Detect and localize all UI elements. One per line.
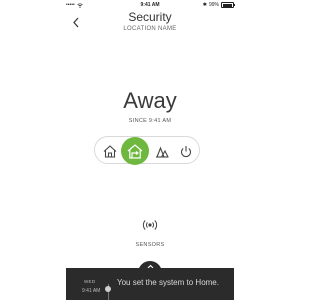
notification-day: WED bbox=[84, 279, 96, 284]
night-icon bbox=[156, 145, 169, 158]
off-mode-button[interactable] bbox=[175, 140, 197, 162]
power-icon bbox=[180, 145, 192, 157]
sensors-button[interactable]: SENSORS bbox=[135, 218, 165, 248]
notification-bar[interactable]: WED 9:41 AM You set the system to Home. bbox=[66, 268, 234, 300]
sensor-wave-icon bbox=[142, 220, 158, 230]
away-mode-button[interactable] bbox=[99, 140, 121, 162]
home-icon bbox=[127, 143, 143, 159]
page-title: Security bbox=[128, 10, 172, 24]
timeline-dot bbox=[105, 286, 111, 292]
status-time: 9:41 AM bbox=[140, 2, 160, 8]
battery-percentage: 99% bbox=[208, 2, 219, 8]
notification-time: 9:41 AM bbox=[82, 288, 101, 294]
mode-selector bbox=[94, 136, 200, 165]
status-right: ✱ 99% bbox=[202, 2, 235, 8]
notification-message: You set the system to Home. bbox=[117, 278, 219, 287]
security-mode: Away bbox=[123, 88, 177, 113]
bluetooth-icon: ✱ bbox=[202, 2, 207, 8]
battery-icon bbox=[221, 2, 235, 8]
away-icon bbox=[103, 144, 117, 158]
status-bar: ••••• 9:41 AM ✱ 99% bbox=[0, 0, 300, 10]
home-mode-button[interactable] bbox=[121, 137, 149, 165]
night-mode-button[interactable] bbox=[151, 140, 173, 162]
sensors-label: SENSORS bbox=[135, 242, 165, 248]
mode-since: SINCE 9:41 AM bbox=[128, 118, 172, 124]
location-name: LOCATION NAME bbox=[123, 26, 177, 32]
